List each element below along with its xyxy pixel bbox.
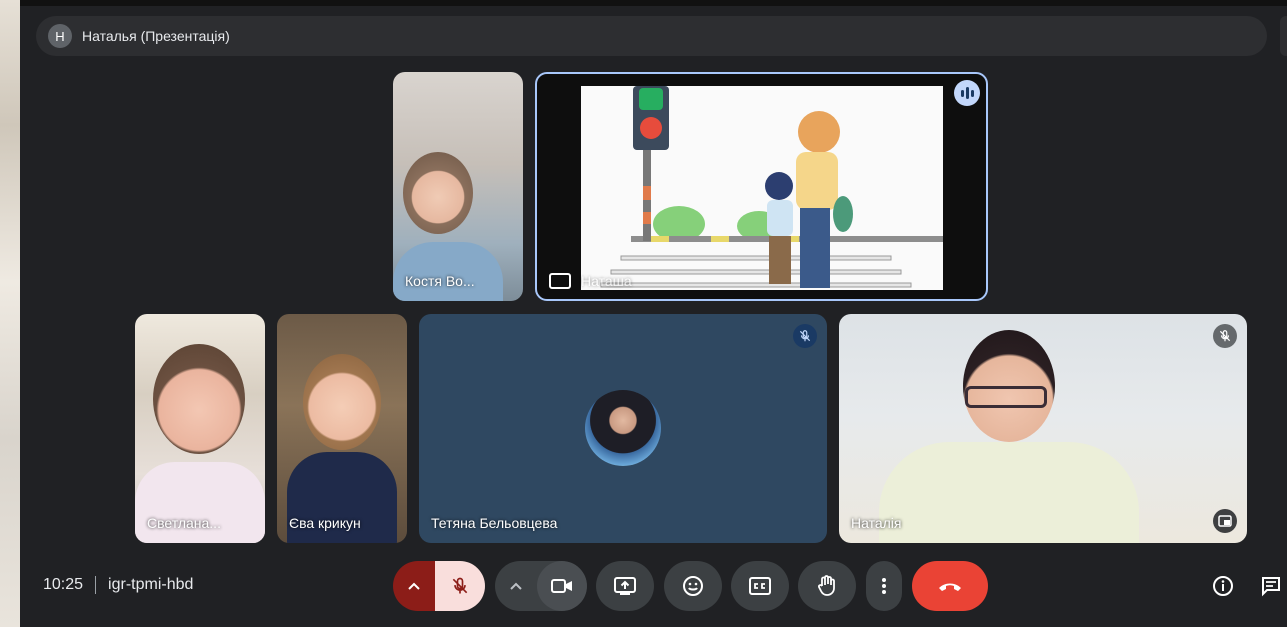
- participant-name: Наташа: [581, 273, 632, 289]
- participant-name: Тетяна Бельовцева: [431, 515, 558, 531]
- screen-share-icon: [549, 273, 571, 289]
- more-options-button[interactable]: [866, 561, 902, 611]
- mic-off-icon: [1213, 324, 1237, 348]
- shared-slide: [581, 86, 943, 290]
- microphone-control-group[interactable]: [393, 561, 485, 611]
- participant-name: Костя Во...: [405, 273, 475, 289]
- background-window-edge: [0, 0, 20, 627]
- participant-tile-kostya[interactable]: Костя Во...: [393, 72, 523, 301]
- hand-icon: [818, 575, 835, 596]
- side-panel-pill[interactable]: [1280, 16, 1287, 56]
- closed-captions-icon: [749, 577, 771, 595]
- participant-video: [303, 354, 381, 450]
- captions-button[interactable]: [731, 561, 789, 611]
- phone-hangup-icon: [939, 583, 961, 591]
- more-vert-icon: [882, 578, 886, 594]
- camera-control-group[interactable]: [495, 561, 587, 611]
- meeting-code[interactable]: igr-tpmi-hbd: [108, 576, 193, 594]
- camera-toggle-button[interactable]: [537, 561, 587, 611]
- camera-options-button[interactable]: [495, 561, 537, 611]
- present-screen-icon: [614, 577, 636, 595]
- reactions-button[interactable]: [664, 561, 722, 611]
- participant-tile-natalia[interactable]: Наталія: [839, 314, 1247, 543]
- participant-shirt: [879, 442, 1139, 543]
- present-now-button[interactable]: [596, 561, 654, 611]
- mic-options-button[interactable]: [393, 561, 435, 611]
- chat-button[interactable]: [1258, 573, 1284, 599]
- presentation-title: Наталья (Презентація): [82, 28, 230, 44]
- video-camera-icon: [551, 579, 572, 593]
- mic-off-icon: [452, 577, 468, 594]
- leave-call-button[interactable]: [912, 561, 988, 611]
- speaking-indicator-icon: [954, 80, 980, 106]
- divider: [95, 576, 97, 594]
- presenter-avatar: Н: [48, 24, 72, 48]
- chevron-up-icon: [408, 582, 420, 590]
- mic-toggle-button[interactable]: [435, 561, 485, 611]
- picture-in-picture-icon[interactable]: [1213, 509, 1237, 533]
- meeting-time: 10:25: [43, 576, 84, 593]
- chat-icon: [1262, 577, 1280, 597]
- traffic-light-illustration: [581, 86, 943, 290]
- participant-avatar: [585, 390, 661, 466]
- emoji-icon: [683, 576, 703, 596]
- mic-off-icon: [793, 324, 817, 348]
- participant-name: Наталія: [851, 515, 902, 531]
- participant-name: Светлана...: [147, 515, 221, 531]
- presentation-bar[interactable]: Н Наталья (Презентація): [36, 16, 1267, 56]
- window-top-edge: [20, 0, 1287, 6]
- meeting-details-button[interactable]: [1210, 573, 1236, 599]
- participant-video: [153, 344, 245, 454]
- participant-video: [403, 152, 473, 234]
- chevron-up-icon: [510, 582, 522, 590]
- meeting-info: 10:25 igr-tpmi-hbd: [43, 576, 193, 594]
- info-icon: [1213, 576, 1233, 596]
- participant-shirt: [393, 242, 503, 301]
- participant-glasses: [965, 386, 1047, 408]
- screen-share-tile[interactable]: Наташа: [535, 72, 988, 301]
- participant-name: Єва крикун: [289, 515, 361, 531]
- participant-tile-tetyana[interactable]: Тетяна Бельовцева: [419, 314, 827, 543]
- participant-tile-svetlana[interactable]: Светлана...: [135, 314, 265, 543]
- raise-hand-button[interactable]: [798, 561, 856, 611]
- participant-tile-eva[interactable]: Єва крикун: [277, 314, 407, 543]
